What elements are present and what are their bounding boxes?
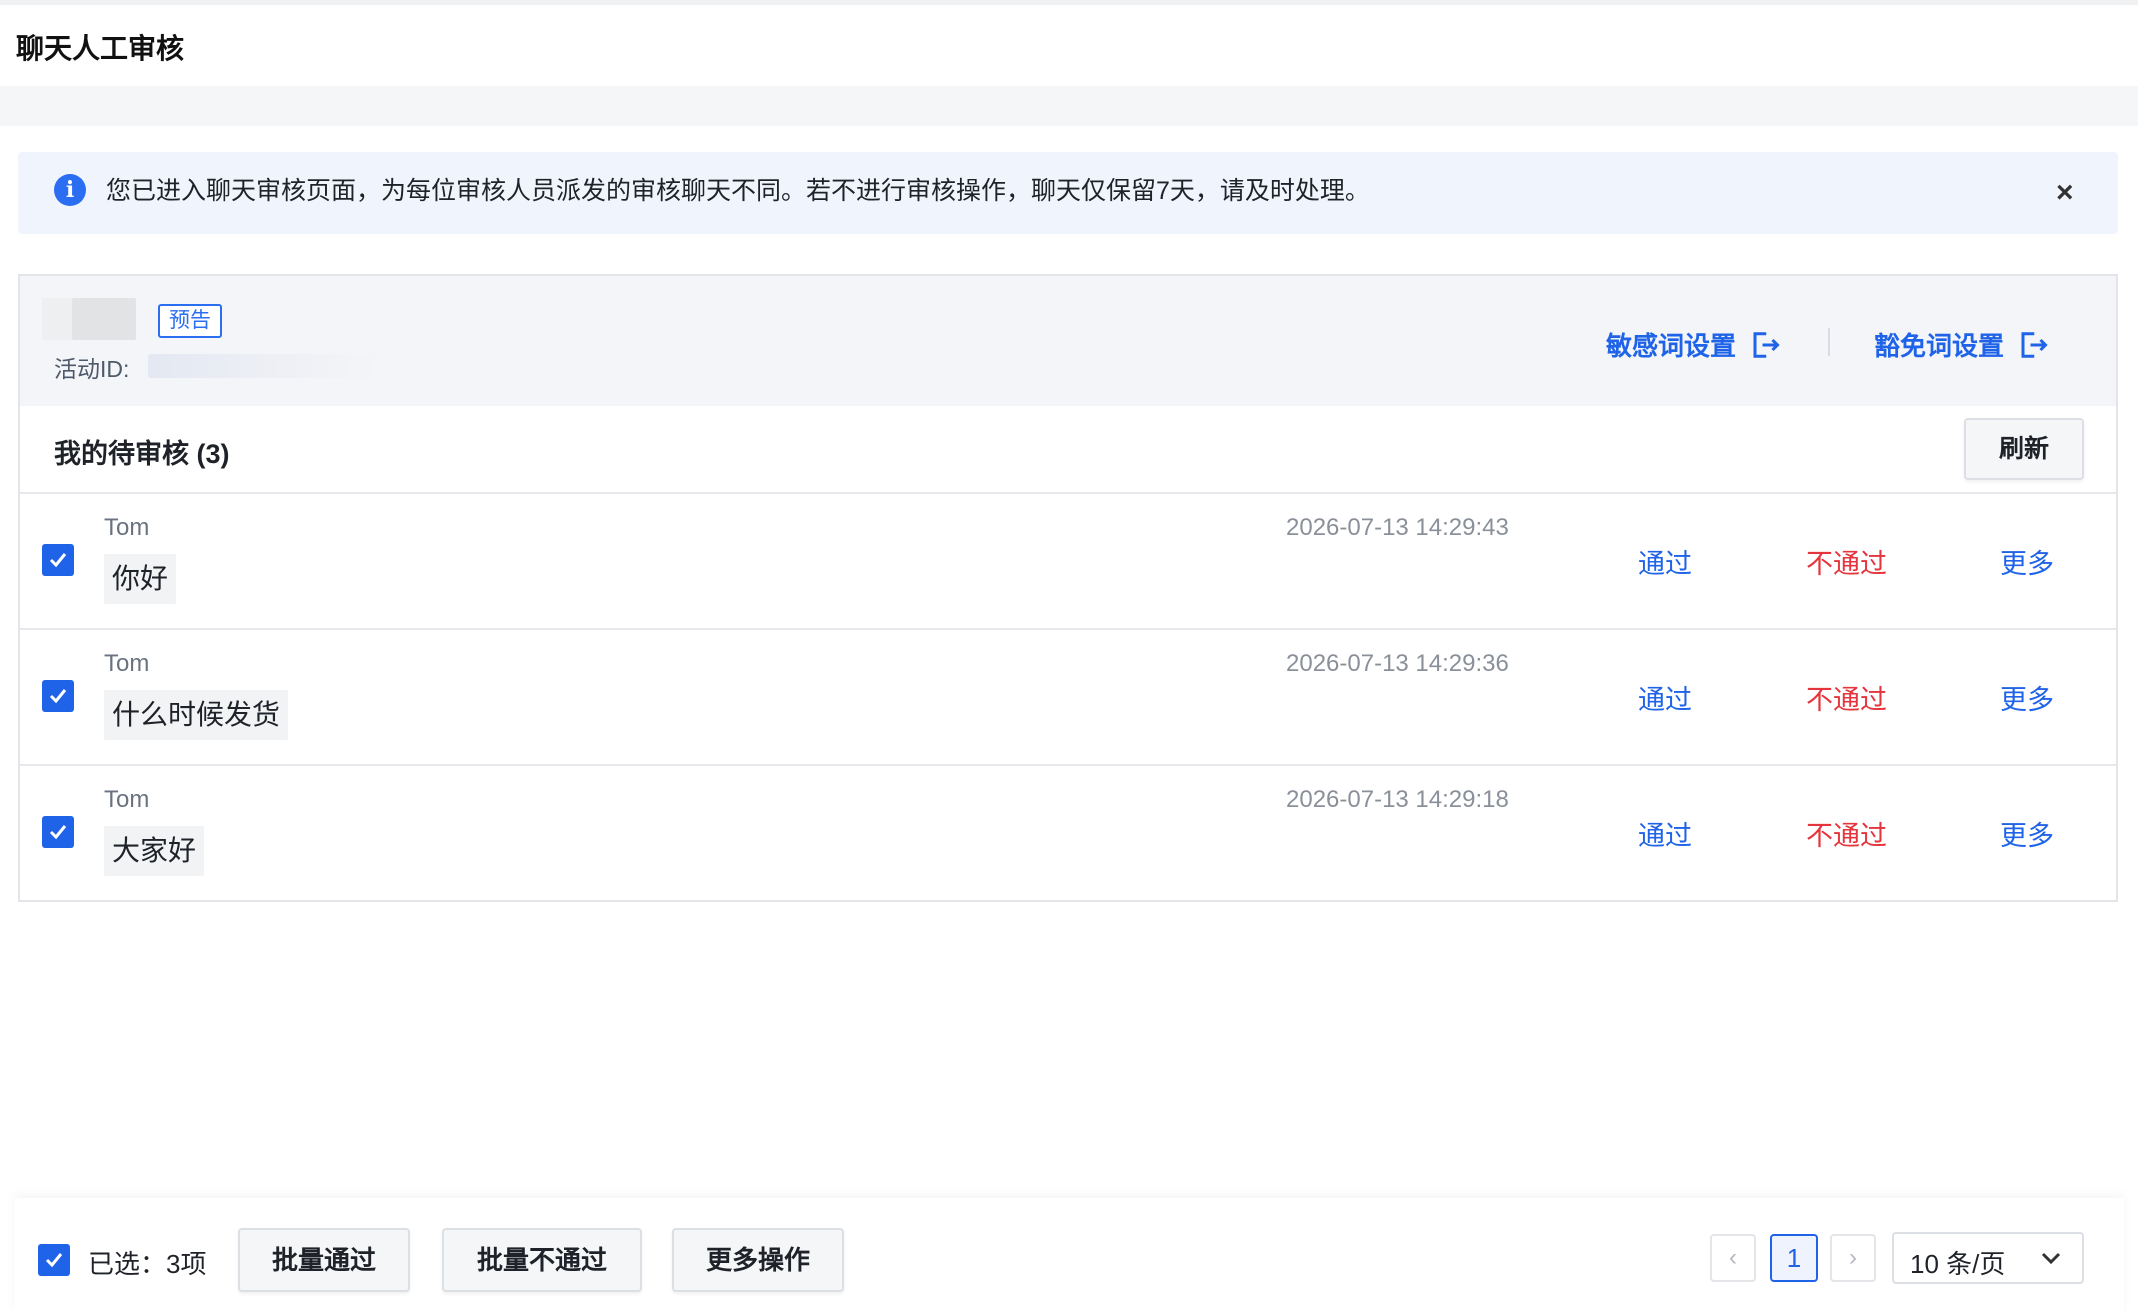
message-content: 什么时候发货 — [104, 690, 289, 740]
check-icon — [49, 825, 67, 840]
check-icon — [45, 1253, 63, 1268]
chevron-down-icon — [2041, 1252, 2061, 1265]
more-button[interactable]: 更多 — [2000, 678, 2054, 717]
activity-header: 预告 活动ID: 敏感词设置 豁免词设置 — [20, 276, 2116, 406]
page-number-current[interactable]: 1 — [1770, 1234, 1818, 1282]
reject-button[interactable]: 不通过 — [1806, 542, 1887, 581]
message-sender: Tom — [104, 786, 150, 813]
table-row: Tom 你好 2026-07-13 14:29:43 通过 不通过 更多 — [20, 494, 2116, 630]
info-alert: i 您已进入聊天审核页面，为每位审核人员派发的审核聊天不同。若不进行审核操作，聊… — [18, 152, 2118, 234]
table-row: Tom 什么时候发货 2026-07-13 14:29:36 通过 不通过 更多 — [20, 630, 2116, 766]
refresh-button[interactable]: 刷新 — [1964, 418, 2084, 480]
page-size-value: 10 条/页 — [1910, 1249, 2006, 1279]
reject-button[interactable]: 不通过 — [1806, 814, 1887, 853]
message-content: 大家好 — [104, 826, 205, 876]
pending-review-title: 我的待审核 (3) — [54, 439, 230, 469]
selected-count: 已选：3项 — [88, 1249, 207, 1279]
top-bar: 聊天人工审核 — [0, 0, 2138, 86]
prev-page-button[interactable]: ‹ — [1710, 1234, 1756, 1282]
status-badge: 预告 — [158, 304, 222, 338]
batch-reject-button[interactable]: 批量不通过 — [442, 1228, 642, 1292]
pass-button[interactable]: 通过 — [1638, 814, 1692, 853]
page-size-select[interactable]: 10 条/页 — [1892, 1232, 2084, 1284]
message-time: 2026-07-13 14:29:36 — [1286, 650, 1509, 677]
activity-name-blurred — [72, 298, 136, 340]
header-separator — [0, 86, 2138, 126]
exempt-words-link[interactable]: 豁免词设置 — [1874, 326, 2048, 363]
check-icon — [49, 553, 67, 568]
pass-button[interactable]: 通过 — [1638, 542, 1692, 581]
message-sender: Tom — [104, 650, 150, 677]
row-checkbox[interactable] — [42, 816, 74, 848]
batch-action-bar: 已选：3项 批量通过 批量不通过 更多操作 ‹ 1 › 10 条/页 — [14, 1198, 2124, 1314]
activity-id-label: 活动ID: — [54, 356, 130, 382]
sensitive-words-link[interactable]: 敏感词设置 — [1606, 326, 1780, 363]
external-link-icon — [1753, 331, 1780, 358]
select-all-checkbox[interactable] — [38, 1244, 70, 1276]
pass-button[interactable]: 通过 — [1638, 678, 1692, 717]
close-icon[interactable]: × — [2056, 178, 2074, 208]
check-icon — [49, 689, 67, 704]
external-link-icon — [2021, 331, 2048, 358]
message-time: 2026-07-13 14:29:18 — [1286, 786, 1509, 813]
next-page-button[interactable]: › — [1830, 1234, 1876, 1282]
review-panel: 预告 活动ID: 敏感词设置 豁免词设置 我的待审核 (3) 刷新 Tom 你好… — [18, 274, 2118, 902]
exempt-words-label: 豁免词设置 — [1874, 331, 2005, 361]
sensitive-words-label: 敏感词设置 — [1606, 331, 1737, 361]
alert-text: 您已进入聊天审核页面，为每位审核人员派发的审核聊天不同。若不进行审核操作，聊天仅… — [106, 177, 1370, 205]
reject-button[interactable]: 不通过 — [1806, 678, 1887, 717]
page-title: 聊天人工审核 — [16, 33, 185, 64]
message-sender: Tom — [104, 514, 150, 541]
activity-cover-blurred — [42, 298, 72, 340]
activity-id-blurred — [148, 354, 378, 378]
info-icon: i — [54, 174, 86, 206]
more-operations-button[interactable]: 更多操作 — [672, 1228, 844, 1292]
more-button[interactable]: 更多 — [2000, 542, 2054, 581]
table-row: Tom 大家好 2026-07-13 14:29:18 通过 不通过 更多 — [20, 766, 2116, 902]
message-time: 2026-07-13 14:29:43 — [1286, 514, 1509, 541]
header-divider — [1828, 328, 1830, 356]
more-button[interactable]: 更多 — [2000, 814, 2054, 853]
row-checkbox[interactable] — [42, 544, 74, 576]
row-checkbox[interactable] — [42, 680, 74, 712]
batch-pass-button[interactable]: 批量通过 — [238, 1228, 410, 1292]
message-content: 你好 — [104, 554, 177, 604]
pending-review-header: 我的待审核 (3) 刷新 — [20, 406, 2116, 494]
